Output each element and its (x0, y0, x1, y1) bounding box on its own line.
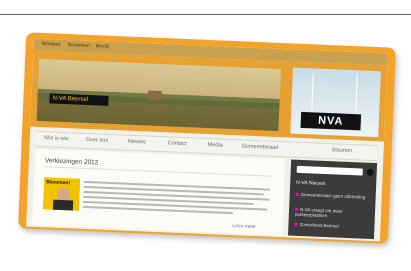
main-content: Verkiezingen 2012 Stemmen! Lees meer (32, 148, 286, 236)
menu-item-edit[interactable]: Bewerken (68, 42, 90, 49)
sidebar-heading: N-VA Nieuws (296, 179, 326, 187)
read-more-link[interactable]: Lees meer (232, 223, 256, 230)
candidate-suit-graphic (52, 199, 74, 211)
thumbnail-label: Stemmen! (45, 179, 71, 187)
nav-tab-steunen[interactable]: Steunen (331, 147, 352, 154)
sidebar-news-title[interactable]: Zomerfeest Beersel (299, 222, 338, 229)
sidebar-news-item[interactable]: N-VA vraagt om meer parkeerplaatsen (295, 207, 369, 220)
nav-tab-contact[interactable]: Contact (168, 140, 187, 147)
wind-turbine-graphic (355, 74, 358, 111)
nav-tab-nieuws[interactable]: Nieuws (128, 139, 146, 146)
menu-item-view[interactable]: Beeld (96, 43, 109, 50)
site-name-badge[interactable]: N-VA Beersel (49, 93, 109, 106)
sidebar-news-item[interactable]: Gemeenteraad: geen uitbreiding (295, 192, 370, 200)
menu-item-file[interactable]: Bestand (42, 41, 61, 48)
nav-tab-media[interactable]: Media (208, 142, 223, 149)
bullet-icon (294, 222, 298, 226)
nav-tab-wie-is-wie[interactable]: Wie is wie (44, 135, 69, 142)
post-title[interactable]: Verkiezingen 2012 (45, 157, 99, 166)
post-thumbnail[interactable]: Stemmen! (42, 177, 81, 211)
farmhouse-graphic (147, 90, 162, 101)
wind-turbine-graphic (311, 74, 314, 111)
screenshot-stage: Bestand Bewerken Beeld N-VA Beersel NVA … (0, 0, 411, 271)
search-button[interactable] (366, 168, 374, 177)
sidebar-news-title[interactable]: Gemeenteraad: geen uitbreiding (301, 192, 366, 200)
header-landscape-photo: N-VA Beersel (36, 58, 281, 131)
search-input[interactable] (296, 165, 363, 176)
bullet-icon (295, 207, 299, 211)
laptop-frame: Bestand Bewerken Beeld N-VA Beersel NVA … (18, 32, 396, 244)
sidebar-news-item[interactable]: Zomerfeest Beersel (294, 222, 368, 230)
title-divider (44, 166, 273, 177)
browser-screen: Bestand Bewerken Beeld N-VA Beersel NVA … (26, 38, 388, 242)
nva-logo: NVA (300, 111, 362, 131)
nav-tab-gemeenteraad[interactable]: Gemeenteraad (242, 143, 279, 151)
nva-campaign-banner[interactable]: NVA (290, 67, 381, 138)
sidebar: N-VA Nieuws Gemeenteraad: geen uitbreidi… (287, 159, 378, 240)
bullet-icon (295, 192, 299, 196)
site-header: N-VA Beersel NVA (30, 50, 388, 142)
nav-tab-over-ons[interactable]: Over ons (86, 137, 109, 144)
sidebar-news-title[interactable]: N-VA vraagt om meer parkeerplaatsen (295, 207, 343, 218)
